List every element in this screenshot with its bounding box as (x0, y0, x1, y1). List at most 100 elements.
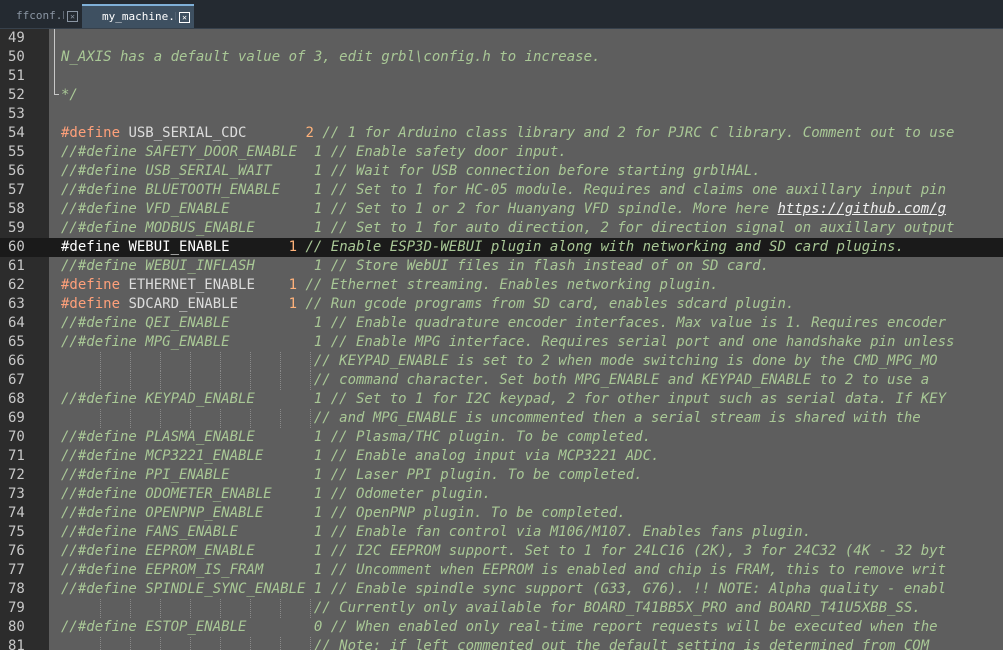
macro-name: USB_SERIAL_CDC (128, 125, 298, 141)
code-text: // KEYPAD_ENABLE is set to 2 when mode s… (61, 352, 938, 371)
code-line[interactable]: 65 //#define MPG_ENABLE 1 // Enable MPG i… (0, 333, 1003, 352)
code-line[interactable]: 50 N_AXIS has a default value of 3, edit … (0, 48, 1003, 67)
line-number: 73 (8, 486, 25, 502)
line-number: 50 (8, 49, 25, 65)
code-line[interactable]: 70 //#define PLASMA_ENABLE 1 // Plasma/TH… (0, 428, 1003, 447)
code-text: //#define VFD_ENABLE 1 // Set to 1 or 2 … (61, 200, 946, 219)
line-number: 79 (8, 600, 25, 616)
commented-define: //#define EEPROM_IS_FRAM 1 // Uncomment … (61, 562, 947, 578)
code-line[interactable]: 74 //#define OPENPNP_ENABLE 1 // OpenPNP … (0, 504, 1003, 523)
commented-define: //#define BLUETOOTH_ENABLE 1 // Set to 1… (61, 182, 947, 198)
macro-value: 2 (305, 125, 314, 141)
code-line[interactable]: 52 */ (0, 86, 1003, 105)
commented-define: //#define MPG_ENABLE 1 // Enable MPG int… (61, 334, 955, 350)
comment-text: // Enable ESP3D-WEBUI plugin along with … (297, 239, 904, 255)
code-line[interactable]: 79 // Currently only available for BOARD… (0, 599, 1003, 618)
line-number: 59 (8, 220, 25, 236)
tab-bar: ffconf.h✕ my_machine.h✕ (0, 0, 1003, 29)
commented-define: //#define ODOMETER_ENABLE 1 // Odometer … (61, 486, 491, 502)
code-line[interactable]: 72 //#define PPI_ENABLE 1 // Laser PPI pl… (0, 466, 1003, 485)
tab-label: my_machine.h (102, 10, 176, 23)
close-icon[interactable]: ✕ (67, 10, 78, 22)
line-number: 74 (8, 505, 25, 521)
close-icon[interactable]: ✕ (179, 11, 190, 23)
line-number: 66 (8, 353, 25, 369)
preprocessor-directive: #define (61, 277, 121, 293)
code-line[interactable]: 63 #define SDCARD_ENABLE 1 // Run gcode p… (0, 295, 1003, 314)
code-line[interactable]: 75 //#define FANS_ENABLE 1 // Enable fan … (0, 523, 1003, 542)
code-line[interactable]: 80 //#define ESTOP_ENABLE 0 // When enabl… (0, 618, 1003, 637)
line-number: 72 (8, 467, 25, 483)
commented-define: //#define VFD_ENABLE 1 // Set to 1 or 2 … (61, 201, 778, 217)
code-line[interactable]: 51 (0, 67, 1003, 86)
code-line[interactable]: 69 // and MPG_ENABLE is uncommented then… (0, 409, 1003, 428)
code-line[interactable]: 60 #define WEBUI_ENABLE 1 // Enable ESP3D… (0, 238, 1003, 257)
code-line[interactable]: 55 //#define SAFETY_DOOR_ENABLE 1 // Enab… (0, 143, 1003, 162)
code-line[interactable]: 53 (0, 105, 1003, 124)
code-line[interactable]: 71 //#define MCP3221_ENABLE 1 // Enable a… (0, 447, 1003, 466)
code-text: N_AXIS has a default value of 3, edit gr… (61, 48, 600, 67)
macro-value: 1 (288, 296, 298, 312)
line-number: 68 (8, 391, 25, 407)
code-text: //#define BLUETOOTH_ENABLE 1 // Set to 1… (61, 181, 946, 200)
code-text: // Note: if left commented out the defau… (61, 637, 929, 650)
comment-text: */ (61, 87, 78, 103)
code-line[interactable]: 61 //#define WEBUI_INFLASH 1 // Store Web… (0, 257, 1003, 276)
commented-define: //#define ESTOP_ENABLE 0 // When enabled… (61, 619, 938, 635)
line-number: 51 (8, 68, 25, 84)
code-text: //#define EEPROM_IS_FRAM 1 // Uncomment … (61, 561, 946, 580)
code-text: #define WEBUI_ENABLE 1 // Enable ESP3D-W… (61, 238, 904, 257)
code-text: //#define FANS_ENABLE 1 // Enable fan co… (61, 523, 811, 542)
commented-define: //#define USB_SERIAL_WAIT 1 // Wait for … (61, 163, 761, 179)
line-number: 54 (8, 125, 25, 141)
commented-define: //#define KEYPAD_ENABLE 1 // Set to 1 fo… (61, 391, 947, 407)
line-number: 65 (8, 334, 25, 350)
code-text: //#define PLASMA_ENABLE 1 // Plasma/THC … (61, 428, 651, 447)
code-text: //#define USB_SERIAL_WAIT 1 // Wait for … (61, 162, 761, 181)
comment-text: // Run gcode programs from SD card, enab… (297, 296, 795, 312)
line-number: 56 (8, 163, 25, 179)
line-number: 63 (8, 296, 25, 312)
comment-text: // 1 for Arduino class library and 2 for… (313, 125, 955, 141)
code-text: #define SDCARD_ENABLE 1 // Run gcode pro… (61, 295, 794, 314)
commented-define: //#define PPI_ENABLE 1 // Laser PPI plug… (61, 467, 643, 483)
code-line[interactable]: 78 //#define SPINDLE_SYNC_ENABLE 1 // Ena… (0, 580, 1003, 599)
code-line[interactable]: 66 // KEYPAD_ENABLE is set to 2 when mod… (0, 352, 1003, 371)
code-line[interactable]: 49 (0, 29, 1003, 48)
code-line[interactable]: 77 //#define EEPROM_IS_FRAM 1 // Uncommen… (0, 561, 1003, 580)
line-number: 67 (8, 372, 25, 388)
code-line[interactable]: 81 // Note: if left commented out the de… (0, 637, 1003, 650)
commented-define: //#define PLASMA_ENABLE 1 // Plasma/THC … (61, 429, 652, 445)
line-number: 75 (8, 524, 25, 540)
code-line[interactable]: 68 //#define KEYPAD_ENABLE 1 // Set to 1 … (0, 390, 1003, 409)
line-number: 64 (8, 315, 25, 331)
macro-value: 1 (288, 277, 298, 293)
code-line[interactable]: 73 //#define ODOMETER_ENABLE 1 // Odomete… (0, 485, 1003, 504)
line-number: 78 (8, 581, 25, 597)
code-line[interactable]: 62 #define ETHERNET_ENABLE 1 // Ethernet … (0, 276, 1003, 295)
line-number: 60 (8, 239, 25, 255)
code-line[interactable]: 56 //#define USB_SERIAL_WAIT 1 // Wait fo… (0, 162, 1003, 181)
comment-text: N_AXIS has a default value of 3, edit gr… (61, 49, 601, 65)
url-link[interactable]: https://github.com/g (777, 201, 946, 217)
code-text: //#define SAFETY_DOOR_ENABLE 1 // Enable… (61, 143, 567, 162)
code-line[interactable]: 58 //#define VFD_ENABLE 1 // Set to 1 or … (0, 200, 1003, 219)
tab-my-machine[interactable]: my_machine.h✕ (82, 4, 194, 28)
line-number: 76 (8, 543, 25, 559)
code-editor[interactable]: 49 50 N_AXIS has a default value of 3, edi… (0, 29, 1003, 650)
line-number: 52 (8, 87, 25, 103)
code-text: // Currently only available for BOARD_T4… (61, 599, 921, 618)
line-number: 55 (8, 144, 25, 160)
code-line[interactable]: 64 //#define QEI_ENABLE 1 // Enable quadr… (0, 314, 1003, 333)
code-line[interactable]: 54 #define USB_SERIAL_CDC 2 // 1 for Ardu… (0, 124, 1003, 143)
preprocessor-directive: #define (61, 239, 121, 255)
code-text: //#define SPINDLE_SYNC_ENABLE 1 // Enabl… (61, 580, 946, 599)
code-line[interactable]: 76 //#define EEPROM_ENABLE 1 // I2C EEPRO… (0, 542, 1003, 561)
commented-define: //#define MODBUS_ENABLE 1 // Set to 1 fo… (61, 220, 955, 236)
code-text: //#define PPI_ENABLE 1 // Laser PPI plug… (61, 466, 643, 485)
code-line[interactable]: 57 //#define BLUETOOTH_ENABLE 1 // Set to… (0, 181, 1003, 200)
code-line[interactable]: 67 // command character. Set both MPG_EN… (0, 371, 1003, 390)
code-text: //#define KEYPAD_ENABLE 1 // Set to 1 fo… (61, 390, 946, 409)
code-line[interactable]: 59 //#define MODBUS_ENABLE 1 // Set to 1 … (0, 219, 1003, 238)
line-number: 77 (8, 562, 25, 578)
